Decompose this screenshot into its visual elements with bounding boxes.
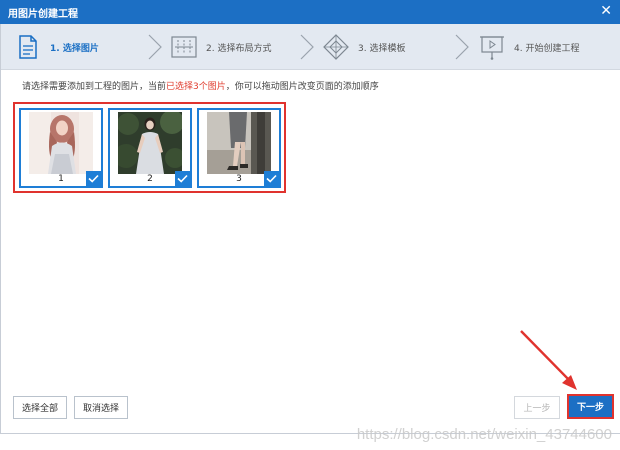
instruction-text: 请选择需要添加到工程的图片，当前已选择3个图片，你可以拖动图片改变页面的添加顺序 <box>22 79 379 92</box>
image-thumbnail[interactable]: 1 <box>19 108 103 188</box>
cancel-selection-button[interactable]: 取消选择 <box>74 396 128 419</box>
chevron-right-icon <box>148 34 162 60</box>
checkmark-icon[interactable] <box>86 171 101 186</box>
step-select-layout: 2. 选择布局方式 <box>170 24 271 70</box>
title-bar: 用图片创建工程 ✕ <box>0 0 620 24</box>
document-image-icon <box>19 35 37 59</box>
step-label: 3. 选择模板 <box>358 43 406 54</box>
chevron-right-icon <box>300 34 314 60</box>
watermark-text: https://blog.csdn.net/weixin_43744600 <box>356 426 612 443</box>
photo-image <box>29 112 93 174</box>
checkmark-icon[interactable] <box>264 171 279 186</box>
step-label: 4. 开始创建工程 <box>514 43 580 54</box>
photo-image <box>207 112 271 174</box>
next-step-button[interactable]: 下一步 <box>567 394 614 419</box>
close-icon[interactable]: ✕ <box>600 3 612 19</box>
step-select-template: 3. 选择模板 <box>322 24 405 70</box>
wizard-steps-bar: 1. 选择图片 2. 选择布局方式 3. 选择模板 4. 开始创建工程 <box>0 24 620 70</box>
presentation-board-icon <box>480 36 504 60</box>
step-label: 1. 选择图片 <box>50 43 99 54</box>
window-border-left <box>0 24 1 434</box>
template-diamond-icon <box>323 34 349 60</box>
instruction-prefix: 请选择需要添加到工程的图片，当前 <box>22 82 167 92</box>
image-thumbnail[interactable]: 2 <box>108 108 192 188</box>
step-select-images: 1. 选择图片 <box>14 24 99 70</box>
chevron-right-icon <box>455 34 469 60</box>
checkmark-icon[interactable] <box>175 171 190 186</box>
image-selection-area: 1 2 3 <box>13 102 286 193</box>
step-start-create: 4. 开始创建工程 <box>478 24 579 70</box>
window-title: 用图片创建工程 <box>8 9 78 20</box>
selected-count-text: 已选择3个图片 <box>166 82 226 92</box>
previous-step-button[interactable]: 上一步 <box>514 396 560 419</box>
instruction-suffix: ，你可以拖动图片改变页面的添加顺序 <box>225 82 379 92</box>
annotation-arrow-icon <box>520 330 577 390</box>
image-thumbnail[interactable]: 3 <box>197 108 281 188</box>
layout-grid-icon <box>171 36 197 58</box>
step-label: 2. 选择布局方式 <box>206 43 272 54</box>
select-all-button[interactable]: 选择全部 <box>13 396 67 419</box>
photo-image <box>118 112 182 174</box>
